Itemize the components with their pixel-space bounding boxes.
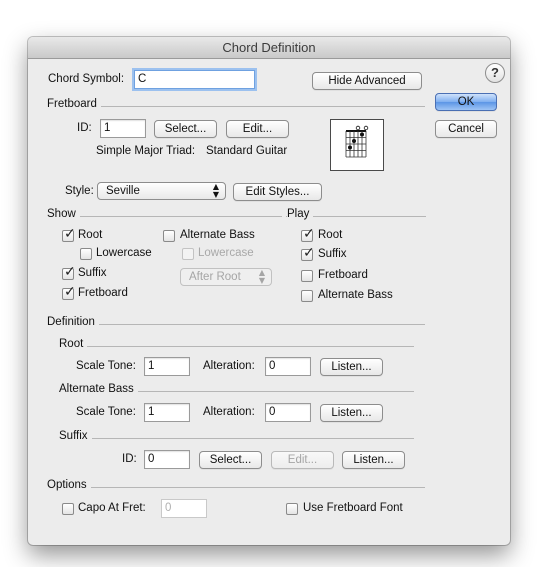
show-suffix-checkbox[interactable]: ✓	[62, 264, 76, 280]
diagram-finger-dot	[352, 139, 356, 143]
definition-root-divider	[59, 346, 414, 347]
fretboard-edit-button[interactable]: Edit...	[226, 120, 289, 138]
help-button[interactable]: ?	[485, 63, 505, 83]
checkmark-icon: ✓	[303, 226, 315, 242]
show-lowercase-checkbox[interactable]	[80, 248, 92, 260]
capo-checkbox[interactable]	[62, 503, 74, 515]
hide-advanced-button[interactable]: Hide Advanced	[312, 72, 422, 90]
chord-symbol-input[interactable]: C	[134, 70, 255, 89]
fretboard-section-label: Fretboard	[47, 98, 101, 110]
checkmark-icon: ✓	[64, 264, 76, 280]
definition-divider	[47, 324, 425, 325]
style-popup-value: Seville	[106, 185, 140, 197]
popup-arrows-icon: ▲ ▼	[258, 268, 265, 285]
fretboard-diagram	[330, 119, 384, 171]
root-alteration-input[interactable]: 0	[265, 357, 311, 376]
play-suffix-checkbox[interactable]: ✓	[301, 245, 315, 261]
show-suffix-label: Suffix	[78, 267, 107, 279]
capo-label: Capo At Fret:	[78, 502, 146, 514]
checkmark-icon: ✓	[303, 245, 315, 261]
popup-arrows-icon: ▲ ▼	[212, 182, 219, 199]
fretboard-id-input[interactable]: 1	[100, 119, 146, 138]
chord-diagram-graphic	[345, 125, 369, 158]
suffix-listen-button[interactable]: Listen...	[342, 451, 405, 469]
options-section-label: Options	[47, 479, 91, 491]
diagram-finger-dot	[360, 132, 364, 137]
alternate-bass-alteration-label: Alteration:	[203, 406, 255, 418]
suffix-id-label: ID:	[122, 453, 137, 465]
alternate-bass-position-value: After Root	[189, 271, 241, 283]
play-root-checkbox[interactable]: ✓	[301, 226, 315, 242]
cancel-button[interactable]: Cancel	[435, 120, 497, 138]
fretboard-divider	[47, 106, 425, 107]
show-fretboard-checkbox[interactable]: ✓	[62, 284, 76, 300]
alternate-bass-listen-button[interactable]: Listen...	[320, 404, 383, 422]
diagram-open-string	[363, 125, 369, 131]
play-section-label: Play	[287, 208, 314, 220]
show-root-label: Root	[78, 229, 103, 241]
alternate-bass-scale-tone-input[interactable]: 1	[144, 403, 190, 422]
root-scale-tone-label: Scale Tone:	[76, 360, 136, 372]
capo-fret-input[interactable]: 0	[161, 499, 207, 518]
show-divider	[47, 216, 282, 217]
ok-button[interactable]: OK	[435, 93, 497, 111]
root-scale-tone-input[interactable]: 1	[144, 357, 190, 376]
play-fretboard-checkbox[interactable]	[301, 270, 313, 282]
definition-section-label: Definition	[47, 316, 99, 328]
use-fretboard-font-checkbox[interactable]	[286, 503, 298, 515]
show-root-checkbox[interactable]: ✓	[62, 226, 76, 242]
show-section-label: Show	[47, 208, 80, 220]
style-popup[interactable]: Seville ▲ ▼	[97, 182, 226, 200]
options-divider	[47, 487, 425, 488]
show-alternate-bass-label: Alternate Bass	[180, 229, 255, 241]
root-alteration-label: Alteration:	[203, 360, 255, 372]
window-title: Chord Definition	[222, 40, 316, 55]
use-fretboard-font-label: Use Fretboard Font	[303, 502, 403, 514]
fretboard-instrument: Standard Guitar	[206, 145, 288, 157]
checkmark-icon: ✓	[64, 284, 76, 300]
checkmark-icon: ✓	[64, 226, 76, 242]
fretboard-select-button[interactable]: Select...	[154, 120, 217, 138]
show-alt-lowercase-checkbox[interactable]	[182, 248, 194, 260]
root-listen-button[interactable]: Listen...	[320, 358, 383, 376]
definition-suffix-divider	[59, 438, 414, 439]
show-lowercase-label: Lowercase	[96, 247, 152, 259]
diagram-open-string	[355, 125, 361, 131]
suffix-select-button[interactable]: Select...	[199, 451, 262, 469]
title-bar[interactable]: Chord Definition	[28, 37, 510, 59]
alternate-bass-position-popup[interactable]: After Root ▲ ▼	[180, 268, 272, 286]
diagram-finger-dot	[348, 145, 352, 150]
alternate-bass-alteration-input[interactable]: 0	[265, 403, 311, 422]
chord-symbol-label: Chord Symbol:	[48, 73, 125, 85]
fretboard-id-label: ID:	[77, 122, 92, 134]
chord-definition-dialog: Chord Definition Chord Symbol: C Hide Ad…	[28, 37, 510, 545]
play-fretboard-label: Fretboard	[318, 269, 368, 281]
show-alternate-bass-checkbox[interactable]	[163, 230, 175, 242]
definition-suffix-label: Suffix	[59, 430, 92, 442]
definition-root-label: Root	[59, 338, 88, 350]
play-suffix-label: Suffix	[318, 248, 347, 260]
play-root-label: Root	[318, 229, 343, 241]
fretboard-chord-name: Simple Major Triad:	[96, 145, 196, 157]
suffix-edit-button[interactable]: Edit...	[271, 451, 334, 469]
edit-styles-button[interactable]: Edit Styles...	[233, 183, 322, 201]
definition-alternate-bass-label: Alternate Bass	[59, 383, 138, 395]
show-fretboard-label: Fretboard	[78, 287, 128, 299]
show-alt-lowercase-label: Lowercase	[198, 247, 254, 259]
play-alternate-bass-label: Alternate Bass	[318, 289, 393, 301]
suffix-id-input[interactable]: 0	[144, 450, 190, 469]
alternate-bass-scale-tone-label: Scale Tone:	[76, 406, 136, 418]
style-label: Style:	[65, 185, 94, 197]
play-alternate-bass-checkbox[interactable]	[301, 290, 313, 302]
